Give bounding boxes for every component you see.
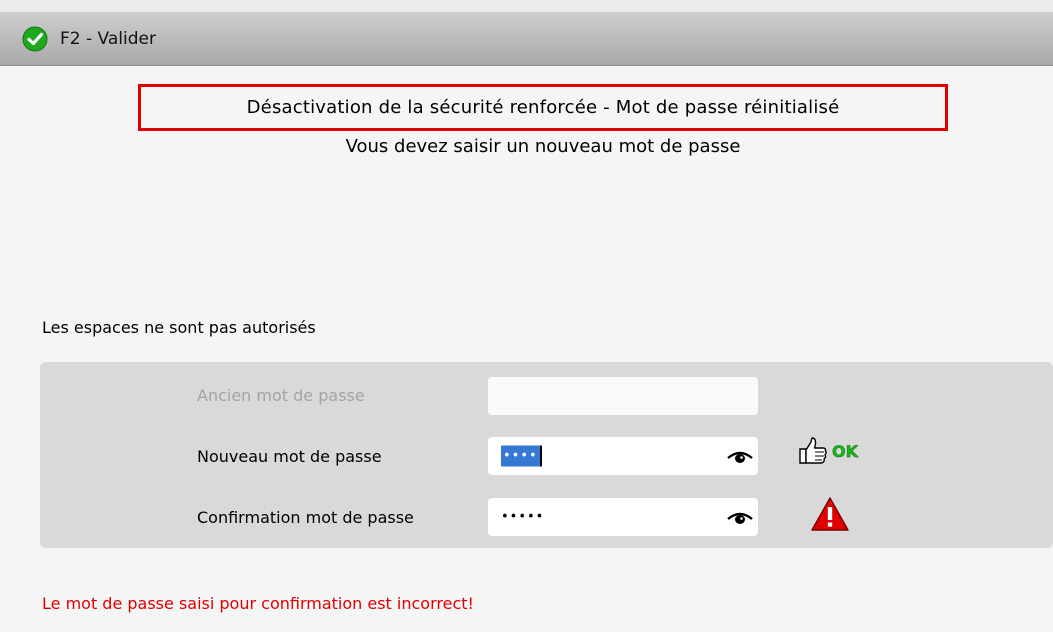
password-rule-text: Les espaces ne sont pas autorisés [42,318,316,337]
eye-icon[interactable] [726,446,754,466]
new-password-value: •••• [501,445,542,467]
error-message: Le mot de passe saisi pour confirmation … [42,594,474,613]
new-password-status-text: OK [832,441,858,461]
old-password-label: Ancien mot de passe [197,386,365,405]
confirm-password-label: Confirmation mot de passe [197,508,414,527]
warning-icon [811,497,849,531]
eye-icon[interactable] [726,507,754,527]
old-password-field [488,377,758,415]
new-password-label: Nouveau mot de passe [197,447,382,466]
validate-button-label: F2 - Valider [60,29,156,49]
confirm-password-field[interactable]: ••••• [488,498,758,536]
window-top-strip [0,0,1053,12]
thumbs-up-icon [799,437,827,464]
page-title: Désactivation de la sécurité renforcée -… [246,97,840,118]
validate-button[interactable]: F2 - Valider [22,24,156,54]
check-circle-icon [22,26,48,52]
password-panel: Ancien mot de passe Nouveau mot de passe… [40,362,1053,548]
new-password-field[interactable]: •••• [488,437,758,475]
page-subtitle: Vous devez saisir un nouveau mot de pass… [345,136,741,157]
confirm-password-value: ••••• [501,509,545,525]
toolbar: F2 - Valider [0,12,1053,66]
new-password-status: OK [796,436,858,466]
content-area: Désactivation de la sécurité renforcée -… [0,66,1053,632]
headline-highlight-box: Désactivation de la sécurité renforcée -… [138,84,948,131]
